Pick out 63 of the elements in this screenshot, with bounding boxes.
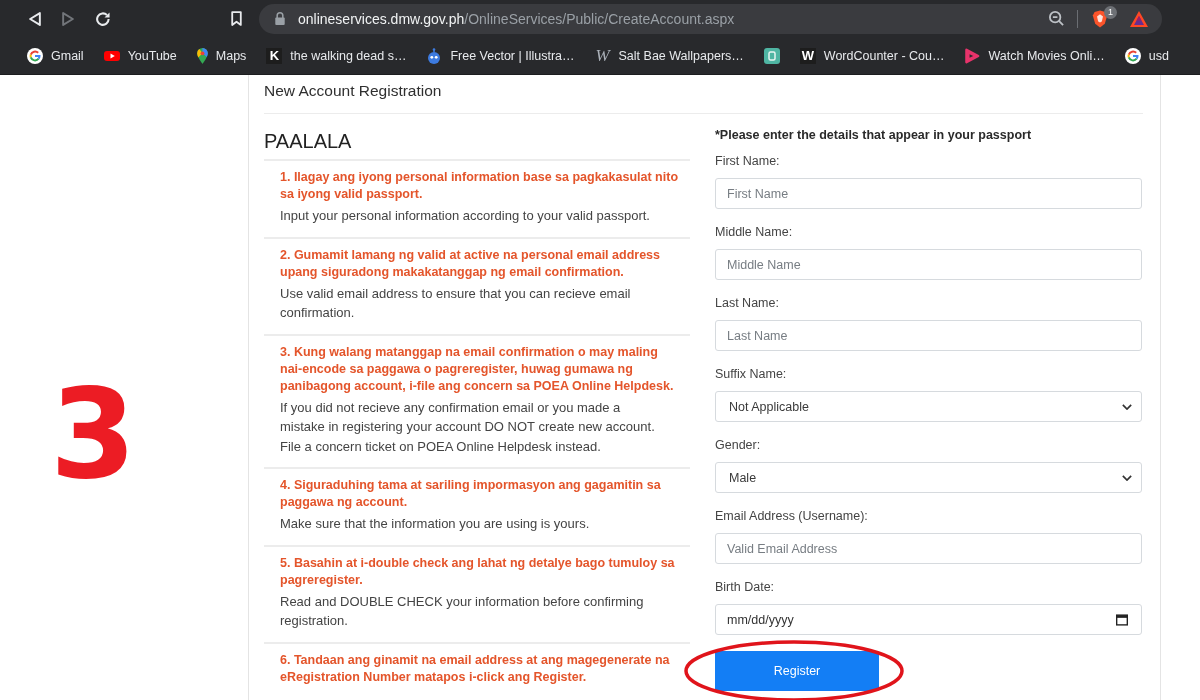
date-input[interactable]: mm/dd/yyyy (715, 604, 1142, 635)
field-label: First Name: (715, 153, 781, 170)
bookmark-item[interactable]: YouTube (103, 48, 177, 63)
notice-english-text: Make sure that the information you are using is yours. (280, 515, 591, 533)
dropdown[interactable]: Male (715, 462, 1142, 493)
bookmark-item[interactable]: usd (1124, 47, 1169, 64)
bookmark-item[interactable]: W Salt Bae Wallpapers… (594, 47, 744, 64)
text-input[interactable]: Middle Name (715, 249, 1142, 280)
triangle-icon[interactable] (1130, 10, 1148, 27)
letter-favicon: K (266, 47, 283, 64)
address-bar[interactable]: onlineservices.dmw.gov.ph/OnlineServices/Public/CreateAccount.aspx 1 (259, 3, 1162, 34)
bookmark-item[interactable]: Maps (196, 47, 247, 64)
dropdown[interactable]: Not Applicable (715, 391, 1142, 422)
card-title: New Account Registration (264, 75, 1143, 114)
notification-badge: 1 (1104, 5, 1117, 19)
field-label: Gender: (715, 437, 762, 454)
play-triangle-icon (964, 47, 981, 64)
notice-tagalog-text: 2. Gumamit lamang ng valid at active na personal email address upang siguradong makakatanggap ng email confirmation. (280, 246, 661, 281)
bookmark-icon[interactable] (231, 11, 242, 26)
bookmark-item[interactable]: Free Vector | Illustra… (426, 47, 575, 64)
letter-favicon: W (799, 47, 816, 64)
text-input[interactable]: Last Name (715, 320, 1142, 351)
form-instruction: *Please enter the details that appear in your passport (715, 127, 1033, 144)
notice-tagalog-text: 1. Ilagay ang iyong personal information base sa pagkakasulat nito sa iyong valid passport. (280, 169, 680, 203)
notice-tagalog-text: 4. Siguraduhing tama at sariling impormasyon ang gagamitin sa paggawa ng account. (280, 477, 662, 511)
notice-tagalog-text: 5. Basahin at i-double check ang lahat ng detalye bago tumuloy sa pagreregister. (280, 554, 676, 589)
field-label: Email Address (Username): (715, 508, 869, 525)
field-label: Suffix Name: (715, 366, 788, 383)
g-logo-icon (27, 47, 43, 64)
g-logo-icon (1124, 47, 1141, 64)
calendar-icon (1116, 613, 1128, 626)
chevron-down-icon (1122, 403, 1132, 410)
notice-english-text: If you did not recieve any confirmation email or you made a mistake in registering your account DO NOT create new account. File a concern ticket on POEA Online Helpdesk instead. (280, 398, 656, 456)
bookmark-item[interactable]: K the walking dead s… (266, 47, 407, 64)
bookmark-item[interactable]: W WordCounter - Cou… (799, 47, 945, 64)
robot-icon (426, 47, 443, 64)
reload-icon[interactable] (96, 11, 110, 26)
map-pin-icon (196, 47, 208, 64)
lock-icon (275, 12, 285, 25)
field-label: Last Name: (715, 295, 780, 312)
text-input[interactable]: Valid Email Address (715, 533, 1142, 564)
notice-english-text: Use valid email address to ensure that you can recieve email confirmation. (280, 284, 632, 322)
shield-icon[interactable] (1092, 9, 1108, 28)
notice-tagalog-text: 6. Tandaan ang ginamit na email address at ang magegenerate na eRegistration Number matapos i-click ang Register. (280, 651, 671, 686)
chevron-down-icon (1122, 474, 1132, 481)
field-label: Birth Date: (715, 579, 776, 596)
notice-english-text: Input your personal information according to your valid passport. (280, 207, 651, 225)
step-number: 3 (50, 362, 137, 506)
text-input[interactable]: First Name (715, 178, 1142, 209)
notice-heading: PAALALA (264, 114, 690, 161)
field-label: Middle Name: (715, 224, 794, 241)
url-text: onlineservices.dmw.gov.ph/OnlineServices/Public/CreateAccount.aspx (298, 10, 735, 27)
bookmark-item[interactable] (763, 47, 780, 64)
notice-english-text: Read and DOUBLE CHECK your information before confirming registration. (280, 592, 645, 630)
square-icon (763, 47, 780, 64)
bookmark-item[interactable]: Gmail (27, 47, 84, 64)
letter-favicon: W (594, 47, 611, 64)
zoom-out-icon[interactable] (1049, 11, 1064, 26)
notice-tagalog-text: 3. Kung walang matanggap na email confirmation o may maling nai-encode sa paggawa o pagreregister, huwag gumawa ng panibagong account, i-file ang concern sa POEA Online Helpdesk. (280, 343, 675, 395)
play-icon (103, 50, 120, 61)
bookmark-item[interactable]: Watch Movies Onli… (964, 47, 1105, 64)
register-button[interactable]: Register (715, 651, 879, 691)
back-icon[interactable] (29, 11, 41, 26)
